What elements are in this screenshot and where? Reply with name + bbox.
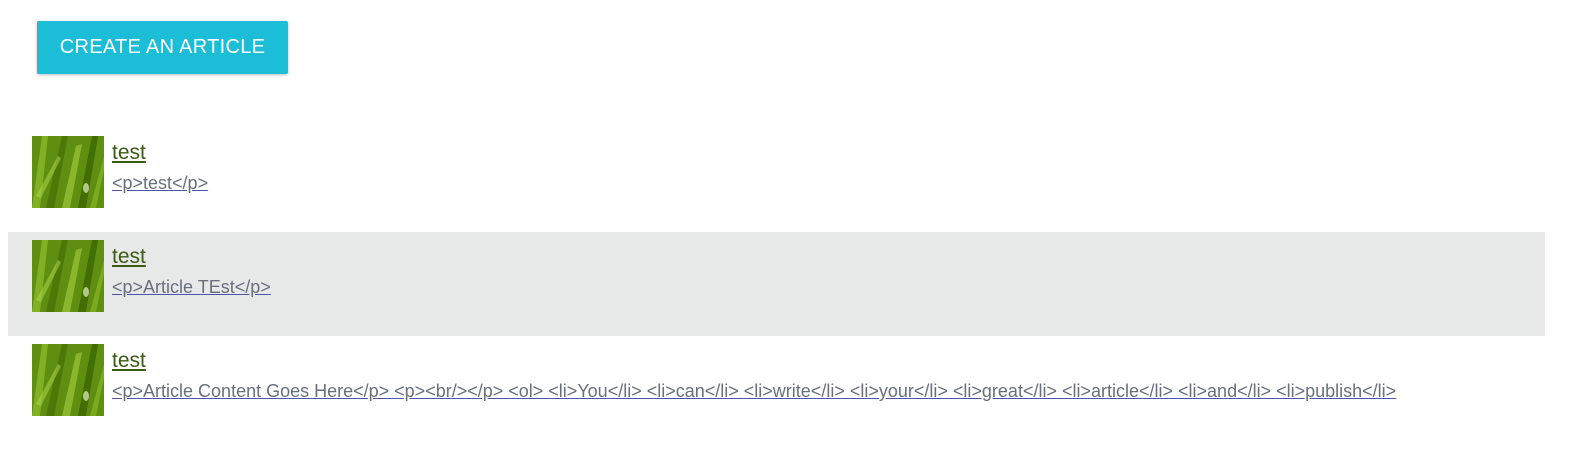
- articles-page: CREATE AN ARTICLE test <p>test</p> test …: [0, 0, 1586, 459]
- article-thumbnail[interactable]: [32, 240, 104, 312]
- article-thumbnail[interactable]: [32, 136, 104, 208]
- list-item[interactable]: test <p>test</p>: [8, 128, 1545, 232]
- article-list: test <p>test</p> test <p>Article TEst</p…: [8, 128, 1545, 440]
- article-excerpt-link[interactable]: <p>Article Content Goes Here</p> <p><br/…: [112, 380, 1522, 402]
- article-text: test <p>test</p>: [112, 140, 1525, 194]
- grass-image-icon: [32, 240, 104, 312]
- article-text: test <p>Article TEst</p>: [112, 244, 1525, 298]
- article-title-link[interactable]: test: [112, 348, 1525, 374]
- list-item[interactable]: test <p>Article TEst</p>: [8, 232, 1545, 336]
- article-excerpt-link[interactable]: <p>Article TEst</p>: [112, 276, 1522, 298]
- grass-image-icon: [32, 136, 104, 208]
- article-title-link[interactable]: test: [112, 140, 1525, 166]
- article-title-link[interactable]: test: [112, 244, 1525, 270]
- article-thumbnail[interactable]: [32, 344, 104, 416]
- article-text: test <p>Article Content Goes Here</p> <p…: [112, 348, 1525, 402]
- article-excerpt-link[interactable]: <p>test</p>: [112, 172, 1522, 194]
- grass-image-icon: [32, 344, 104, 416]
- create-article-button[interactable]: CREATE AN ARTICLE: [37, 21, 288, 74]
- list-item[interactable]: test <p>Article Content Goes Here</p> <p…: [8, 336, 1545, 440]
